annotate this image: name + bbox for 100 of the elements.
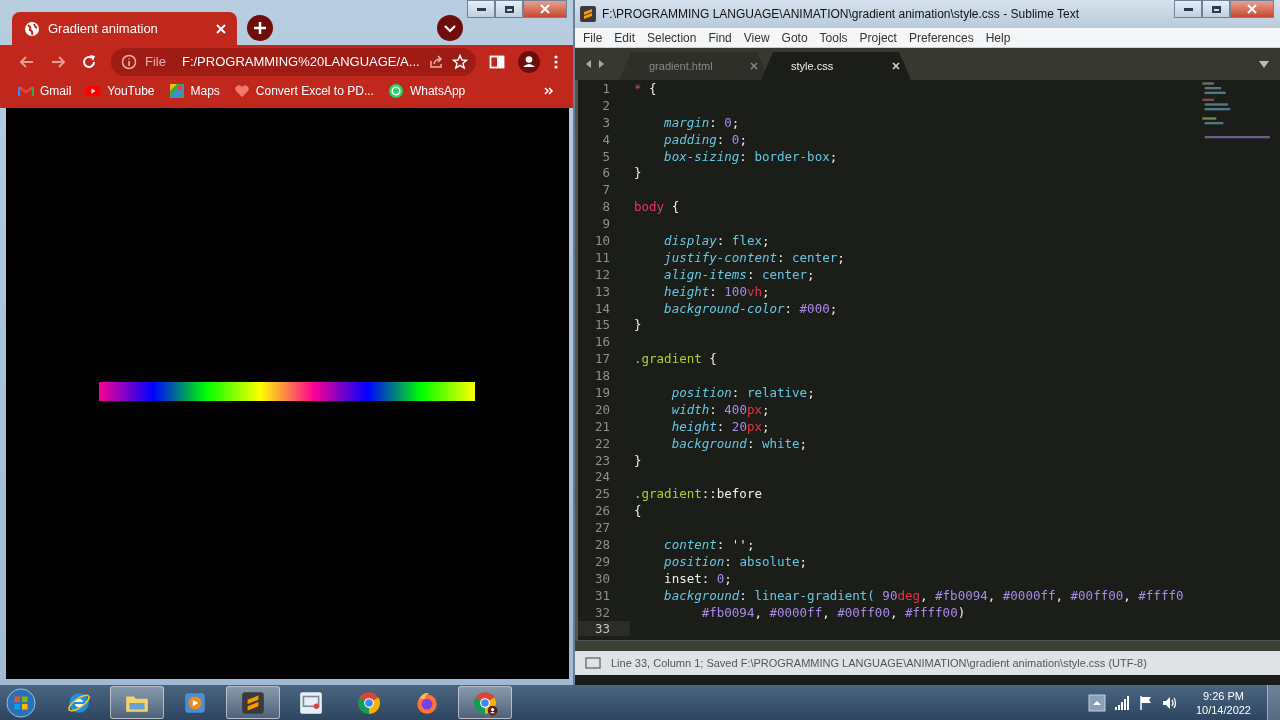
minimize-button[interactable] (1174, 0, 1202, 18)
line-number: 10 (593, 232, 611, 248)
minimize-button[interactable] (467, 0, 495, 18)
line-number: 17 (593, 351, 611, 367)
start-button[interactable] (6, 687, 36, 718)
menu-item[interactable]: Selection (647, 30, 697, 45)
line-number: 24 (593, 469, 611, 485)
tab-arrows-icon[interactable] (585, 59, 605, 69)
more-bookmarks-icon[interactable] (543, 84, 555, 97)
code-selector: .gradient (634, 486, 702, 502)
line-number: 13 (593, 283, 611, 299)
status-text: Line 33, Column 1; Saved F:\PROGRAMMING LANGUAGE\ANIMATION\gradient animation\style.css (UTF-8) (611, 657, 1147, 669)
code-text: ; (761, 283, 770, 299)
menu-icon[interactable] (553, 53, 559, 70)
code-number: 90 (881, 587, 898, 603)
code-text: : (739, 148, 748, 164)
code-text: inset: (663, 570, 711, 586)
reload-icon[interactable] (80, 52, 98, 71)
code-property: position (670, 384, 732, 400)
star-icon[interactable] (451, 53, 468, 70)
close-button[interactable] (1230, 0, 1274, 18)
code-property: justify-content (663, 249, 777, 265)
code-text: ; (829, 300, 838, 316)
menu-item[interactable]: Tools (819, 30, 848, 45)
code-text: , (920, 587, 929, 603)
code-number: 400 (724, 401, 747, 417)
code-number: #000 (799, 300, 830, 316)
close-icon (1247, 4, 1257, 14)
code-property: align-items (663, 266, 747, 282)
line-number: 6 (601, 165, 611, 181)
taskbar-button[interactable] (110, 686, 164, 719)
code-text: : (709, 283, 718, 299)
show-hidden-icons-button[interactable] (1087, 693, 1106, 712)
browser-tab[interactable]: Gradient animation (12, 12, 237, 45)
code-text: } (634, 317, 642, 333)
code-text: : (716, 232, 726, 248)
code-number: #ffff0 (1138, 587, 1184, 603)
code-text: ) (957, 604, 966, 620)
menu-item[interactable]: Edit (614, 30, 636, 45)
code-number: 0 (716, 570, 725, 586)
bookmark[interactable]: YouTube (85, 82, 155, 99)
taskbar-button[interactable] (226, 686, 280, 719)
code-property: width (670, 401, 710, 417)
code-text: : (777, 249, 786, 265)
line-number: 14 (593, 300, 611, 316)
menu-item[interactable]: File (583, 30, 603, 45)
menu-item[interactable]: Preferences (908, 30, 974, 45)
taskbar-button[interactable] (458, 686, 512, 719)
tab-search-button[interactable] (437, 15, 463, 41)
address-bar[interactable]: File F:/PROGRAMMING%20LANGUAGE/A... (111, 47, 476, 76)
code-property: display (663, 232, 717, 248)
dropdown-icon[interactable] (1258, 58, 1270, 70)
code-value: absolute (739, 553, 800, 569)
bookmark[interactable]: Convert Excel to PD... (233, 82, 374, 99)
code-text: , (754, 604, 763, 620)
menu-item[interactable]: Help (985, 30, 1011, 45)
flag-icon[interactable] (1137, 694, 1154, 711)
clock[interactable]: 9:26 PM 10/14/2022 (1195, 688, 1251, 717)
maximize-button[interactable] (495, 0, 523, 18)
code-text: { (648, 80, 657, 96)
globe-icon (24, 20, 40, 37)
line-number: 1 (601, 80, 611, 96)
bookmark[interactable]: WhatsApp (387, 82, 466, 99)
code-text: , (987, 587, 997, 603)
code-text: : (709, 401, 718, 417)
chrome-icon (472, 689, 498, 716)
side-panel-icon[interactable] (489, 53, 505, 70)
profile-icon[interactable] (518, 50, 540, 73)
code-number: #0000ff (769, 604, 823, 620)
menu-item[interactable]: Project (859, 30, 897, 45)
horizontal-scrollbar[interactable] (575, 640, 1280, 651)
maximize-button[interactable] (1202, 0, 1230, 18)
code-unit: px (746, 418, 762, 434)
show-desktop-button[interactable] (1267, 685, 1280, 720)
code-value: white (761, 435, 800, 451)
menu-item[interactable]: View (743, 30, 770, 45)
code-value: relative (746, 384, 808, 400)
code-number: #00ff00 (837, 604, 890, 620)
bookmark[interactable]: Maps (168, 82, 220, 99)
close-button[interactable] (523, 0, 567, 18)
code-text: } (634, 452, 642, 468)
code-text: : (746, 266, 756, 282)
line-number: 33 (578, 621, 630, 637)
new-tab-button[interactable] (247, 15, 273, 41)
signal-icon[interactable] (1113, 694, 1130, 711)
code-text: : (724, 553, 733, 569)
code-value: linear-gradient( (754, 587, 875, 603)
code-text: , (889, 604, 899, 620)
menu-item[interactable]: Find (708, 30, 732, 45)
code-property: height (670, 418, 717, 434)
code-text: , (1055, 587, 1065, 603)
code-text: : (731, 384, 741, 400)
bookmark[interactable]: Gmail (18, 82, 72, 99)
share-icon[interactable] (427, 53, 444, 70)
menu-item[interactable]: Goto (781, 30, 808, 45)
editor-tab[interactable]: style.css (761, 52, 911, 80)
code-value: flex (731, 232, 762, 248)
code-number: #0000ff (1002, 587, 1056, 603)
code-text: ; (739, 131, 747, 147)
line-number: 7 (601, 182, 611, 198)
